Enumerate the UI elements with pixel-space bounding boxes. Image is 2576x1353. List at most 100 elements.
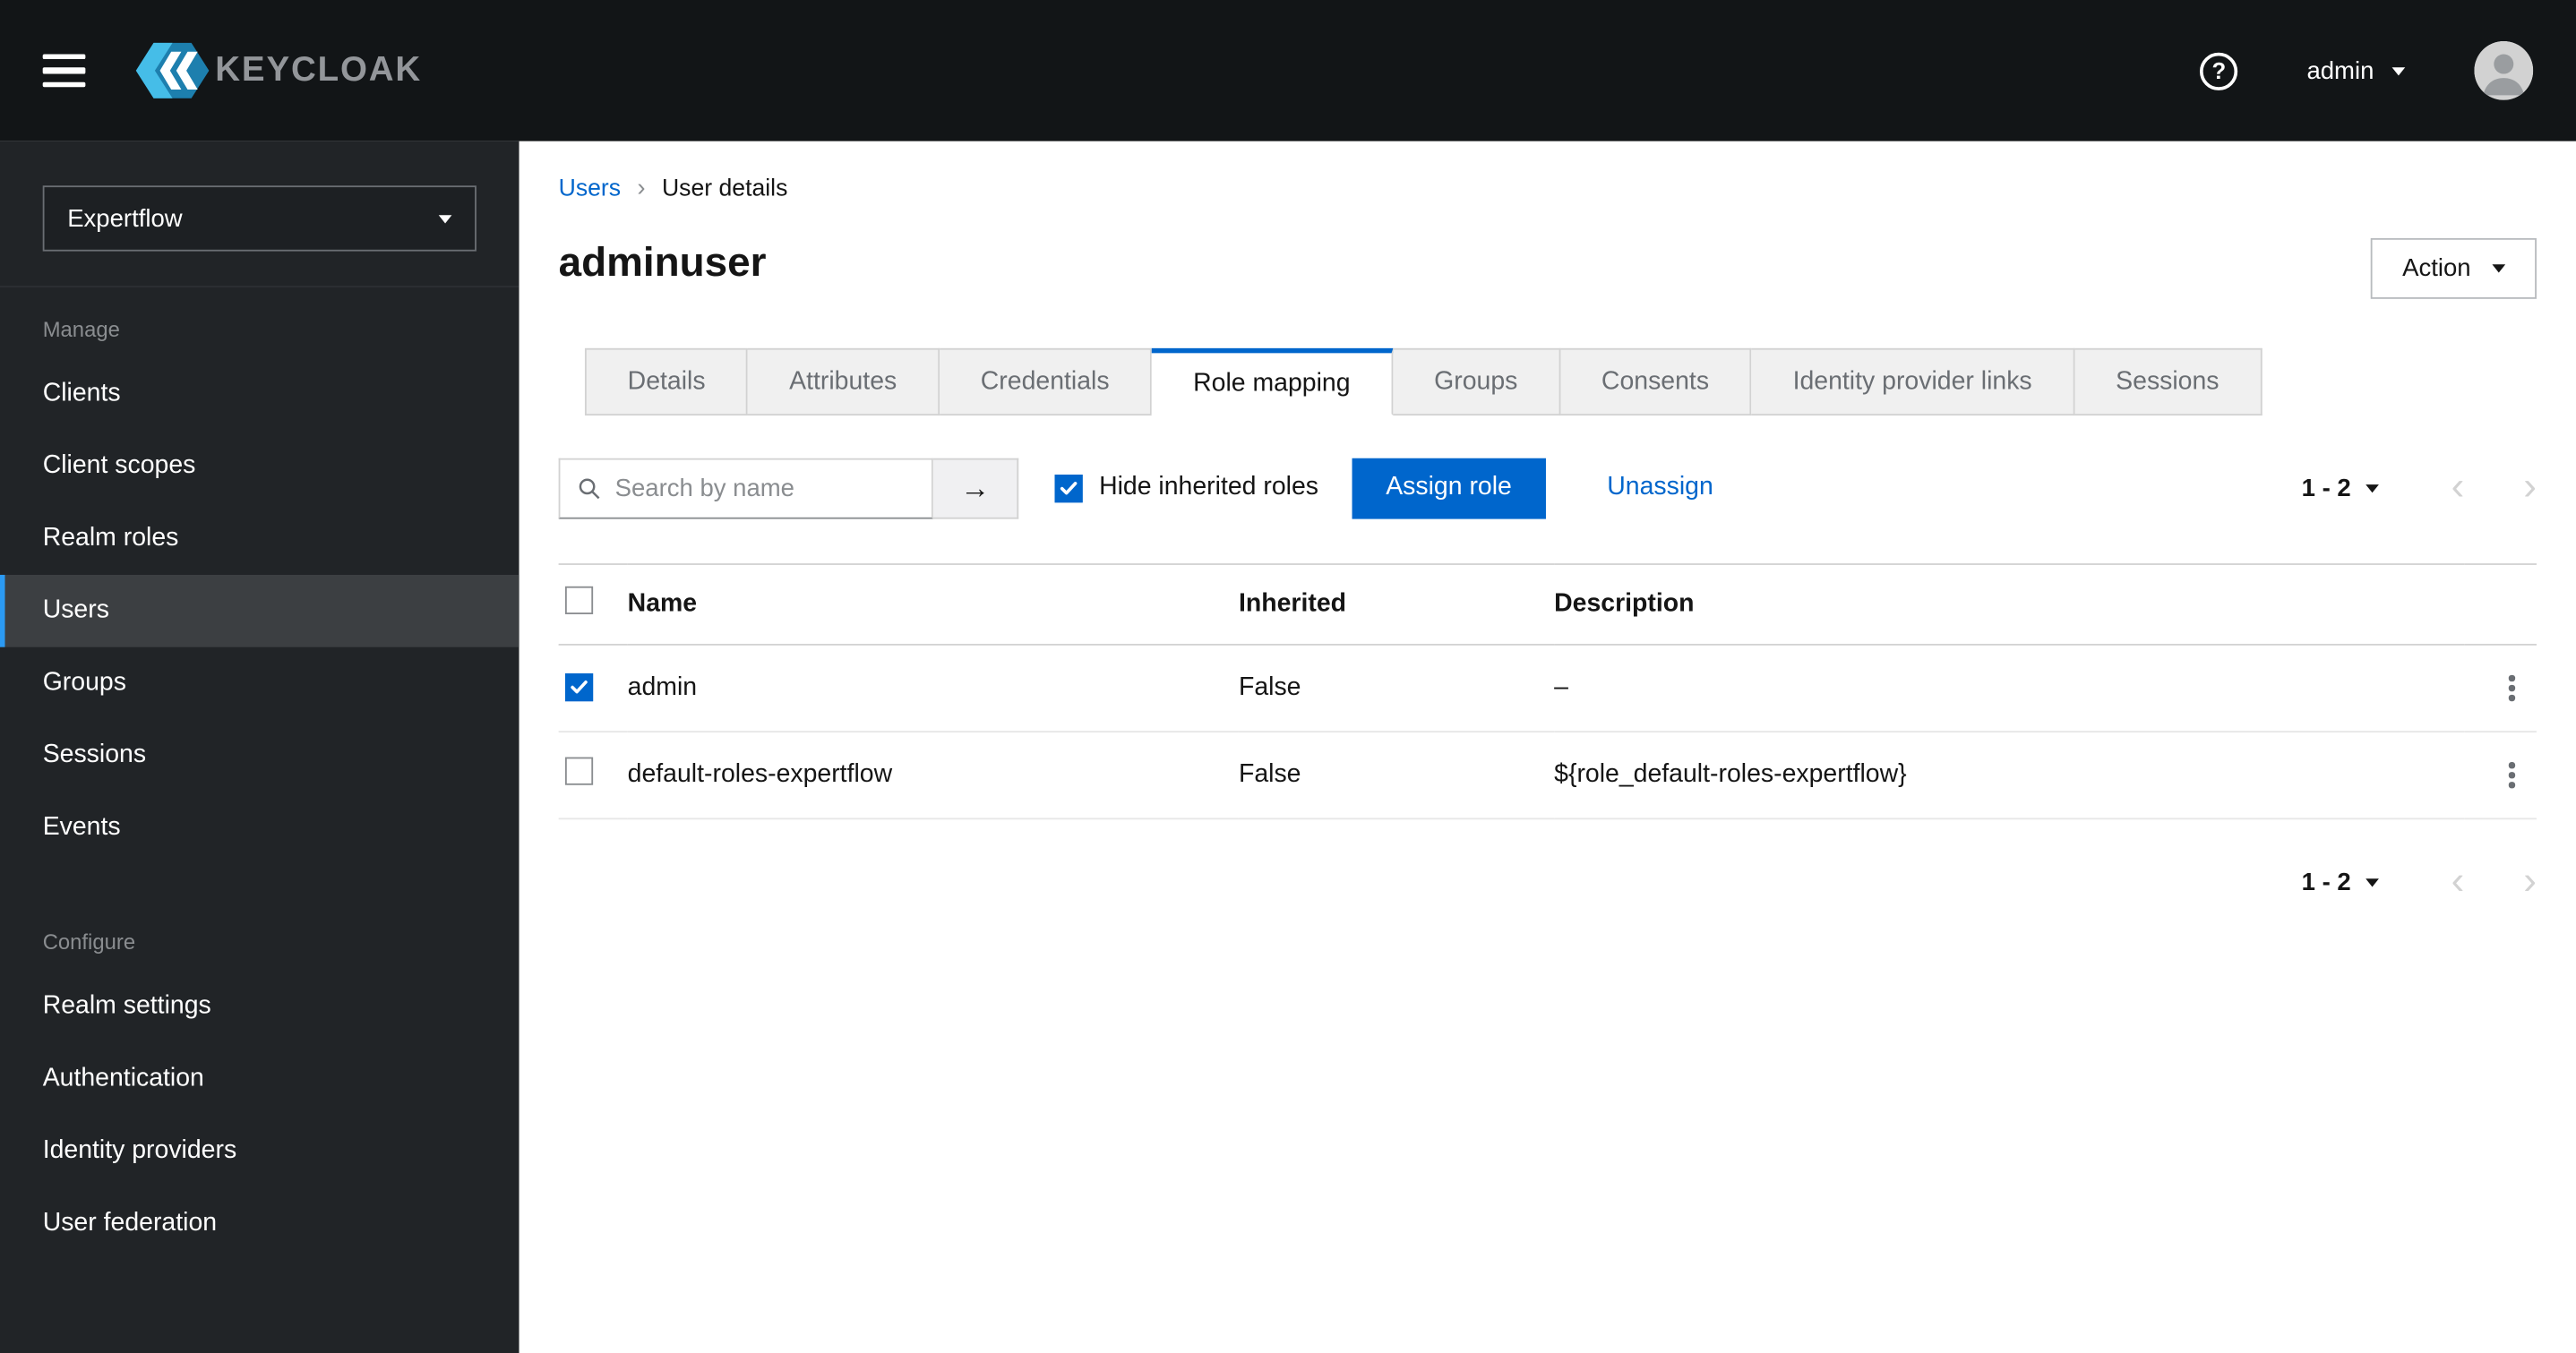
breadcrumb-current: User details [661, 175, 788, 201]
cell-description: – [1554, 644, 2465, 733]
help-icon[interactable]: ? [2200, 51, 2238, 90]
pagination-bottom: 1 - 2 ‹ › [559, 861, 2537, 902]
tab-identity-provider-links[interactable]: Identity provider links [1751, 347, 2075, 416]
sidebar-item-groups[interactable]: Groups [0, 647, 519, 720]
kebab-dot [2509, 675, 2515, 681]
realm-selector-value: Expertflow [67, 204, 183, 233]
kebab-dot [2509, 772, 2515, 778]
check-icon [571, 681, 588, 694]
kebab-dot [2509, 782, 2515, 788]
tab-credentials[interactable]: Credentials [939, 347, 1153, 416]
unassign-link[interactable]: Unassign [1607, 473, 1713, 502]
tab-groups[interactable]: Groups [1393, 347, 1561, 416]
search-group: → [558, 457, 1019, 518]
pagination-range: 1 - 2 [2301, 474, 2351, 502]
cell-role-name: admin [627, 644, 1239, 733]
brand-text: KEYCLOAK [215, 50, 423, 90]
sidebar-item-events[interactable]: Events [0, 792, 519, 864]
action-dropdown-label: Action [2402, 254, 2471, 283]
search-submit-button[interactable]: → [932, 457, 1019, 518]
toolbar: → Hide inherited roles Assign role Unass… [558, 455, 2537, 520]
assign-role-button[interactable]: Assign role [1351, 457, 1547, 518]
search-box [558, 457, 933, 518]
column-header-inherited: Inherited [1238, 563, 1555, 646]
nav-toggle-button[interactable] [42, 54, 86, 88]
row-select-checkbox[interactable] [564, 673, 594, 702]
kebab-dot [2509, 762, 2515, 768]
sidebar-item-user-federation[interactable]: User federation [0, 1187, 519, 1260]
pagination-next-icon[interactable]: › [2523, 861, 2537, 902]
cell-select-all [558, 563, 628, 646]
sidebar-item-realm-roles[interactable]: Realm roles [0, 502, 519, 575]
kebab-dot [2509, 685, 2515, 691]
chevron-down-icon [2492, 264, 2506, 273]
sidebar-item-users[interactable]: Users [0, 574, 519, 647]
cell-inherited: False [1238, 732, 1555, 820]
sidebar-nav: Manage Clients Client scopes Realm roles Use… [0, 287, 519, 1260]
keycloak-logo[interactable]: KEYCLOAK [134, 41, 422, 100]
main-content: Users › User details adminuser Action De… [519, 141, 2576, 1353]
chevron-down-icon [2366, 878, 2379, 886]
hide-inherited-checkbox[interactable] [1054, 474, 1083, 502]
page-title: adminuser [558, 239, 767, 287]
row-select-checkbox[interactable] [564, 757, 594, 785]
sidebar-item-identity-providers[interactable]: Identity providers [0, 1115, 519, 1187]
row-kebab-menu-button[interactable] [2491, 754, 2534, 797]
sidebar: Expertflow Manage Clients Client scopes Rea… [0, 141, 519, 1353]
tab-sessions[interactable]: Sessions [2074, 347, 2263, 416]
pagination-range: 1 - 2 [2301, 868, 2351, 896]
table-row: admin False – [558, 644, 2537, 733]
pagination-top: 1 - 2 ‹ › [2302, 467, 2537, 508]
cell-inherited: False [1238, 644, 1555, 733]
select-all-checkbox[interactable] [564, 586, 594, 614]
cell-actions [2464, 732, 2537, 820]
sidebar-item-sessions[interactable]: Sessions [0, 719, 519, 792]
cell-role-name: default-roles-expertflow [627, 732, 1239, 820]
hide-inherited-control[interactable]: Hide inherited roles [1054, 473, 1319, 502]
kebab-dot [2509, 695, 2515, 701]
pagination-range-dropdown[interactable]: 1 - 2 [2301, 868, 2379, 896]
pagination-prev-icon[interactable]: ‹ [2451, 861, 2465, 902]
column-header-actions [2464, 563, 2537, 646]
chevron-down-icon [2366, 484, 2379, 492]
role-mapping-table: Name Inherited Description admin False – de… [558, 563, 2537, 820]
avatar[interactable] [2474, 40, 2534, 100]
column-header-name: Name [627, 563, 1239, 646]
tab-consents[interactable]: Consents [1560, 347, 1752, 416]
masthead: KEYCLOAK ? admin [0, 0, 2576, 141]
sidebar-item-client-scopes[interactable]: Client scopes [0, 431, 519, 503]
sidebar-item-realm-settings[interactable]: Realm settings [0, 971, 519, 1043]
realm-selector[interactable]: Expertflow [42, 185, 477, 252]
cell-actions [2464, 644, 2537, 733]
keycloak-logo-icon [135, 42, 210, 98]
sidebar-item-clients[interactable]: Clients [0, 358, 519, 431]
table-row: default-roles-expertflow False ${role_defa… [558, 732, 2537, 820]
breadcrumb: Users › User details [559, 174, 2537, 201]
breadcrumb-users-link[interactable]: Users [559, 175, 621, 201]
pagination-prev-icon[interactable]: ‹ [2451, 467, 2465, 508]
hide-inherited-label: Hide inherited roles [1099, 473, 1319, 501]
keycloak-admin-console: KEYCLOAK ? admin Expertflow Manage Clien… [0, 0, 2576, 1353]
masthead-actions: ? admin [2200, 40, 2534, 100]
row-kebab-menu-button[interactable] [2491, 667, 2534, 710]
tab-details[interactable]: Details [584, 347, 749, 416]
pagination-range-dropdown[interactable]: 1 - 2 [2302, 474, 2379, 501]
cell-description: ${role_default-roles-expertflow} [1554, 732, 2465, 820]
action-dropdown-button[interactable]: Action [2371, 237, 2537, 299]
tab-role-mapping[interactable]: Role mapping [1152, 347, 1394, 416]
search-icon [579, 477, 600, 499]
title-row: adminuser Action [558, 237, 2537, 299]
user-menu-dropdown[interactable]: admin [2306, 56, 2406, 84]
tab-attributes[interactable]: Attributes [748, 347, 940, 416]
tabs: Details Attributes Credentials Role mapping… [559, 347, 2537, 416]
check-icon [1060, 481, 1078, 494]
search-input[interactable] [614, 474, 914, 502]
table-header-row: Name Inherited Description [558, 563, 2537, 646]
pagination-next-icon[interactable]: › [2523, 467, 2537, 508]
chevron-down-icon [438, 214, 452, 223]
sidebar-item-authentication[interactable]: Authentication [0, 1043, 519, 1116]
nav-section-configure: Configure [42, 929, 136, 955]
column-header-description: Description [1554, 563, 2465, 646]
nav-section-manage: Manage [42, 316, 120, 342]
user-avatar-icon [2474, 40, 2534, 100]
